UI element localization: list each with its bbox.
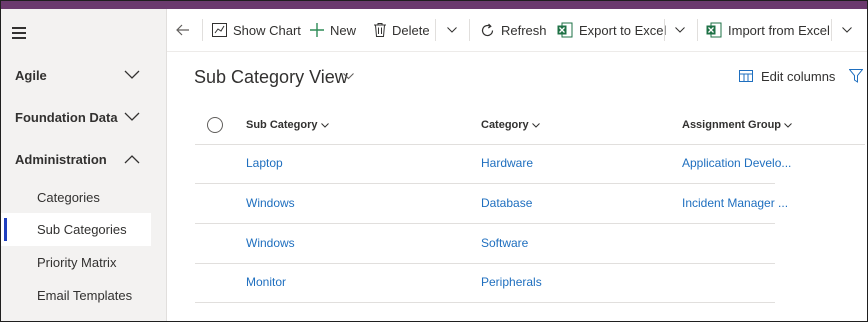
sidebar-group-label: Foundation Data (15, 109, 118, 125)
assignment-group-link[interactable]: Incident Manager ... (682, 196, 788, 210)
sidebar-group-administration[interactable]: Administration (1, 144, 166, 174)
sidebar-item-label: Priority Matrix (37, 255, 117, 270)
table-row[interactable]: Laptop Hardware Application Develo... (195, 144, 791, 184)
back-button[interactable] (176, 9, 190, 51)
column-header-label: Assignment Group (682, 119, 782, 131)
edit-columns-button[interactable]: Edit columns (739, 69, 835, 84)
sidebar-item-sub-categories[interactable]: Sub Categories (1, 213, 151, 246)
category-link[interactable]: Database (481, 196, 532, 210)
main-content: Sub Category View Edit columns Sub Categ… (167, 52, 867, 321)
sub-category-link[interactable]: Windows (246, 236, 295, 250)
active-indicator (4, 218, 7, 241)
chevron-down-icon (124, 112, 140, 121)
sub-category-link[interactable]: Monitor (246, 275, 286, 289)
column-header-sub-category[interactable]: Sub Category (246, 119, 329, 131)
new-button[interactable]: New (310, 9, 356, 51)
chart-icon (212, 23, 227, 37)
column-header-assignment-group[interactable]: Assignment Group (682, 119, 792, 131)
sidebar-item-priority-matrix[interactable]: Priority Matrix (1, 246, 151, 279)
filter-icon[interactable] (849, 69, 863, 83)
sub-category-link[interactable]: Windows (246, 196, 295, 210)
trash-icon (374, 23, 386, 37)
command-bar: Show Chart New Delete Refresh Export to … (167, 9, 867, 52)
sidebar-group-agile[interactable]: Agile (1, 60, 166, 90)
divider (697, 19, 698, 41)
chevron-down-icon[interactable] (343, 73, 354, 80)
app-window: Agile Foundation Data Administration Cat… (0, 0, 868, 322)
assignment-group-link[interactable]: Application Develo... (682, 156, 791, 170)
sidebar-group-foundation-data[interactable]: Foundation Data (1, 102, 166, 132)
chevron-down-icon (675, 27, 685, 33)
sidebar: Agile Foundation Data Administration Cat… (1, 9, 167, 321)
refresh-button[interactable]: Refresh (480, 9, 547, 51)
delete-label: Delete (392, 22, 430, 38)
export-to-excel-button[interactable]: Export to Excel (557, 9, 666, 51)
category-link[interactable]: Software (481, 236, 528, 250)
table-row[interactable]: Windows Software (195, 224, 775, 264)
chevron-up-icon (124, 155, 140, 164)
more-commands-dropdown[interactable] (442, 9, 462, 51)
refresh-label: Refresh (501, 22, 547, 38)
export-to-excel-label: Export to Excel (579, 22, 667, 38)
column-header-label: Sub Category (246, 119, 318, 131)
view-title: Sub Category View (194, 67, 348, 87)
chevron-down-icon (784, 122, 792, 128)
new-label: New (330, 22, 357, 38)
sidebar-group-label: Administration (15, 151, 107, 167)
table-row[interactable]: Windows Database Incident Manager ... (195, 184, 788, 224)
divider (831, 19, 832, 41)
sidebar-item-label: Categories (37, 190, 100, 205)
export-dropdown[interactable] (670, 9, 690, 51)
sidebar-group-label: Agile (15, 67, 47, 83)
divider (664, 19, 665, 41)
chevron-down-icon (320, 122, 329, 128)
show-chart-button[interactable]: Show Chart (212, 9, 301, 51)
plus-icon (310, 23, 324, 37)
sidebar-item-label: Sub Categories (37, 222, 127, 237)
sidebar-item-email-templates[interactable]: Email Templates (1, 279, 151, 312)
delete-button[interactable]: Delete (374, 9, 430, 51)
hamburger-menu-icon[interactable] (12, 27, 26, 39)
chevron-down-icon (124, 70, 140, 79)
column-header-category[interactable]: Category (481, 119, 540, 131)
chevron-down-icon (842, 27, 852, 33)
edit-columns-label: Edit columns (761, 69, 836, 84)
category-link[interactable]: Peripherals (481, 275, 542, 289)
sidebar-item-categories[interactable]: Categories (1, 181, 151, 214)
edit-columns-icon (739, 69, 753, 82)
import-from-excel-button[interactable]: Import from Excel (706, 9, 830, 51)
import-from-excel-label: Import from Excel (728, 22, 830, 38)
excel-icon (706, 22, 722, 38)
divider (469, 19, 470, 41)
category-link[interactable]: Hardware (481, 156, 533, 170)
grid-header: Sub Category Category Assignment Group (195, 108, 865, 145)
import-dropdown[interactable] (837, 9, 857, 51)
view-selector[interactable]: Sub Category View (194, 67, 348, 88)
divider (202, 19, 203, 41)
sub-category-link[interactable]: Laptop (246, 156, 283, 170)
table-row[interactable]: Monitor Peripherals (195, 263, 775, 303)
column-header-label: Category (481, 119, 529, 131)
sidebar-item-label: Email Templates (37, 288, 133, 303)
select-all-checkbox[interactable] (207, 117, 223, 133)
refresh-icon (481, 23, 494, 36)
chevron-down-icon (447, 27, 457, 33)
chevron-down-icon (531, 122, 540, 128)
divider (435, 19, 436, 41)
show-chart-label: Show Chart (233, 22, 301, 38)
excel-icon (557, 22, 573, 38)
back-arrow-icon (176, 24, 189, 36)
top-accent-bar (1, 1, 867, 9)
